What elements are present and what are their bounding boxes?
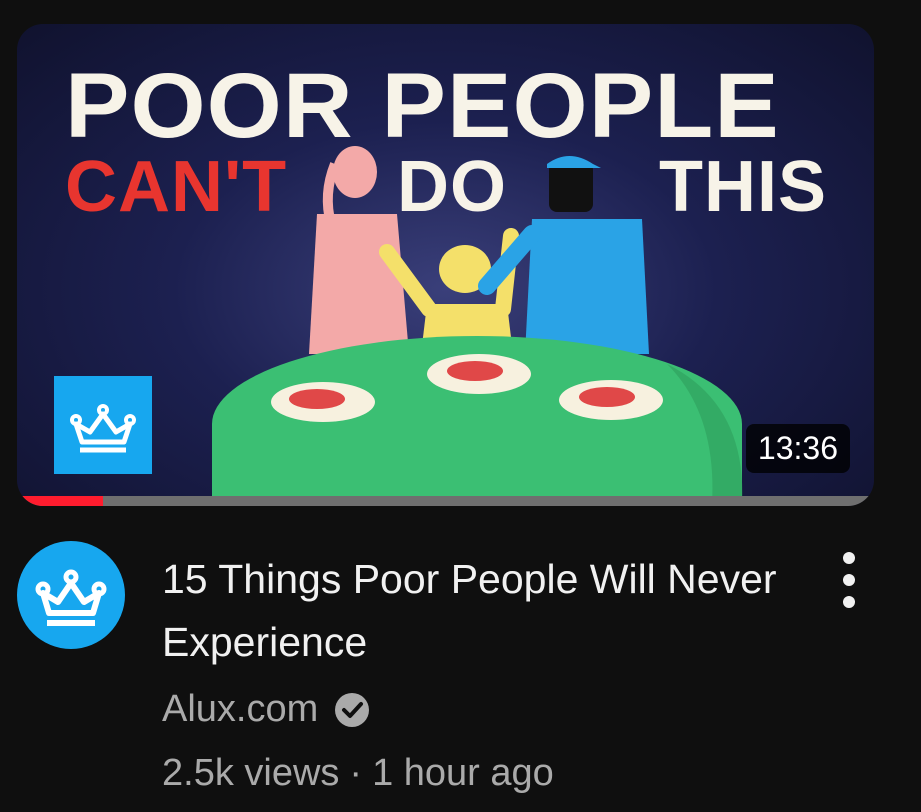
man-figure	[478, 156, 649, 354]
upload-age: 1 hour ago	[372, 752, 554, 794]
more-options-button[interactable]	[828, 552, 870, 608]
view-count: 2.5k views	[162, 752, 340, 794]
watch-progress-fill	[17, 496, 103, 506]
channel-row[interactable]: Alux.com	[162, 688, 372, 731]
crown-icon	[35, 569, 107, 626]
more-vert-icon	[843, 552, 855, 564]
meta-separator: ·	[349, 752, 363, 794]
channel-name[interactable]: Alux.com	[162, 688, 318, 731]
channel-avatar[interactable]	[17, 541, 125, 649]
video-thumbnail[interactable]: POOR PEOPLE CAN'T DO THIS 13:36	[17, 24, 874, 506]
verified-check-icon	[335, 692, 370, 727]
video-meta: 2.5k views · 1 hour ago	[162, 752, 554, 795]
watch-progress-bar	[17, 496, 874, 506]
video-title[interactable]: 15 Things Poor People Will Never Experie…	[162, 548, 782, 674]
duration-badge: 13:36	[745, 424, 850, 473]
crown-icon	[70, 404, 136, 453]
channel-logo-badge	[54, 376, 152, 474]
